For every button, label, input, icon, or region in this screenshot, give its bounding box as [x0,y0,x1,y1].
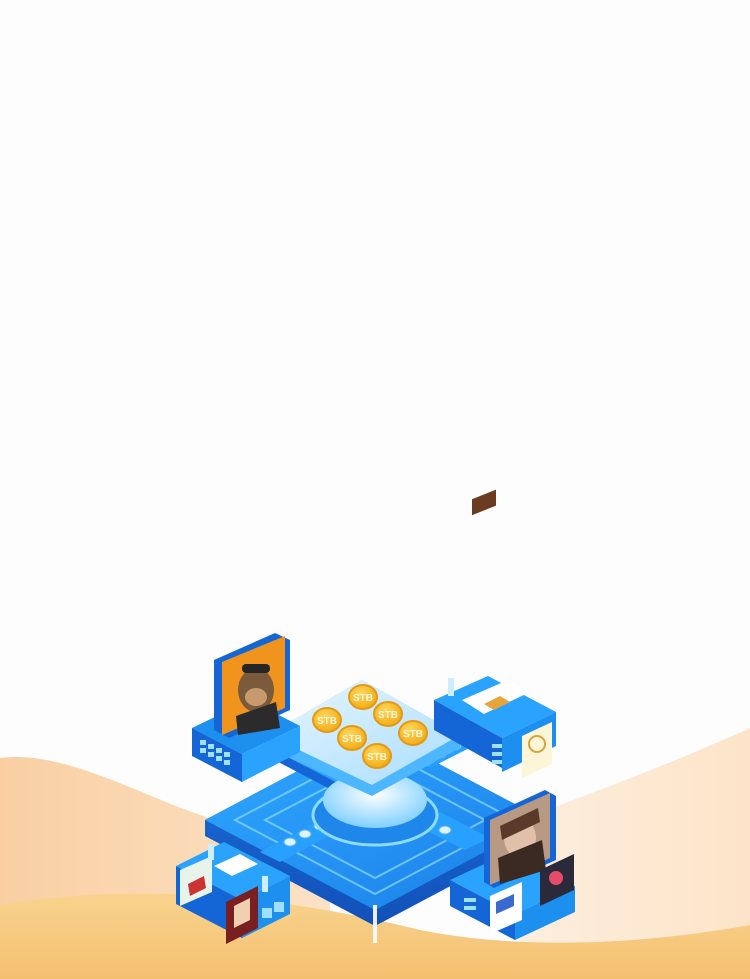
building-top-left [192,633,300,782]
coin: STB [348,684,378,710]
coin-label: STB [342,734,362,745]
coin: STB [398,720,428,746]
window-grid [492,744,502,764]
building-top-right [434,489,556,778]
antenna [373,905,377,943]
coin-label: STB [353,693,373,704]
coin: STB [373,701,403,727]
nft-platform-illustration: STB STB STB STB STB STB [0,489,750,979]
ape-portrait-card [214,633,290,738]
coin: STB [312,707,342,733]
coin-label: STB [317,716,337,727]
coin: STB [362,743,392,769]
coin-label: STB [378,710,398,721]
coin-label: STB [403,729,423,740]
coin-label: STB [367,752,387,763]
coin: STB [337,725,367,751]
